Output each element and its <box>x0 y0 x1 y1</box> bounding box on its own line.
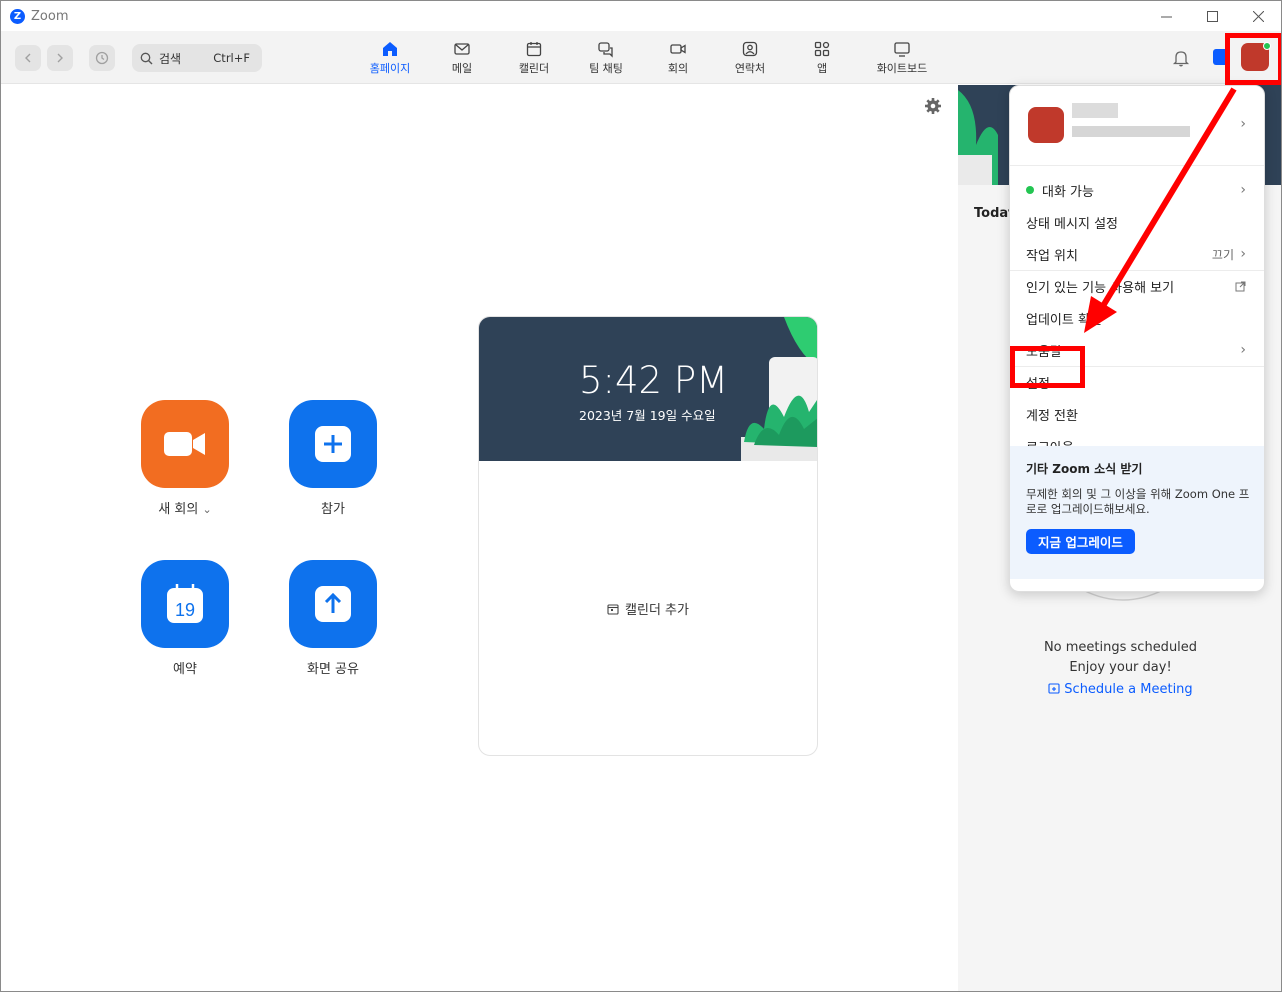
join-action[interactable]: 참가 <box>289 400 377 517</box>
tab-label: 캘린더 <box>518 61 550 75</box>
zoom-window: Z Zoom 검색 Ctrl+F 홈페이지 메일 캘린더 팀 채팅 회의 연락처… <box>0 0 1282 992</box>
search-shortcut: Ctrl+F <box>213 51 250 65</box>
chevron-right-icon: › <box>1240 342 1246 358</box>
notification-bell-icon[interactable] <box>1171 48 1191 68</box>
no-meetings-text: No meetings scheduled Enjoy your day! <box>1043 640 1198 675</box>
status-dot <box>1026 186 1034 194</box>
profile-menu: › 대화 가능 › 상태 메시지 설정 작업 위치 끄기 › 인기 있는 기능 … <box>1009 85 1265 592</box>
home-icon <box>383 41 397 56</box>
external-link-icon <box>1235 281 1246 292</box>
menu-item-switch-account[interactable]: 계정 전환 <box>1010 398 1264 430</box>
video-camera-icon <box>164 432 205 456</box>
mail-icon <box>454 42 470 55</box>
new-meeting-action[interactable]: 새 회의 ⌄ <box>141 400 229 517</box>
redacted-name <box>1072 103 1118 118</box>
nav-tabs: 홈페이지 메일 캘린더 팀 채팅 회의 연락처 앱 화이트보드 <box>354 31 946 84</box>
share-screen-button[interactable] <box>289 560 377 648</box>
plant-illustration-icon <box>958 90 998 185</box>
forward-arrow-icon[interactable] <box>47 45 73 71</box>
contacts-icon <box>742 41 758 56</box>
menu-item-check-updates[interactable]: 업데이트 확인 <box>1010 302 1264 334</box>
upgrade-now-button[interactable]: 지금 업그레이드 <box>1026 529 1135 554</box>
calendar-19-icon: 19 <box>167 584 203 623</box>
menu-item-status-message[interactable]: 상태 메시지 설정 <box>1010 206 1264 238</box>
close-icon[interactable] <box>1235 1 1281 31</box>
share-up-arrow-icon <box>315 586 351 622</box>
tab-home[interactable]: 홈페이지 <box>354 31 426 84</box>
main-toolbar: 검색 Ctrl+F 홈페이지 메일 캘린더 팀 채팅 회의 연락처 앱 화이트보… <box>1 31 1281 84</box>
gear-icon[interactable] <box>924 97 942 115</box>
tab-calendar[interactable]: 캘린더 <box>498 31 570 84</box>
tab-label: 앱 <box>816 61 828 75</box>
new-meeting-label: 새 회의 ⌄ <box>158 502 212 517</box>
tab-label: 팀 채팅 <box>589 61 623 75</box>
join-button[interactable] <box>289 400 377 488</box>
new-meeting-button[interactable] <box>141 400 229 488</box>
avatar <box>1028 107 1064 143</box>
search-input[interactable]: 검색 Ctrl+F <box>132 44 262 72</box>
upgrade-promo: 기타 Zoom 소식 받기 무제한 회의 및 그 이상을 위해 Zoom One… <box>1010 446 1264 579</box>
add-calendar-link[interactable]: 캘린더 추가 <box>479 599 817 618</box>
avatar-highlight-box <box>1225 33 1281 85</box>
clock-time: 5:42 PM <box>579 359 729 402</box>
calendar-icon <box>607 604 619 615</box>
add-calendar-label: 캘린더 추가 <box>625 603 689 618</box>
video-icon <box>670 43 686 54</box>
menu-item-try-features[interactable]: 인기 있는 기능 사용해 보기 <box>1010 270 1264 302</box>
whiteboard-icon <box>894 41 910 57</box>
tab-label: 연락처 <box>734 61 766 75</box>
calendar-day-text: 19 <box>175 600 195 620</box>
chevron-down-icon[interactable]: ⌄ <box>202 503 211 516</box>
schedule-action[interactable]: 19 예약 <box>141 560 229 677</box>
tab-apps[interactable]: 앱 <box>786 31 858 84</box>
join-label: 참가 <box>321 502 345 517</box>
work-location-value: 끄기 <box>1211 247 1234 262</box>
chevron-right-icon: › <box>1240 246 1246 262</box>
tab-label: 홈페이지 <box>369 61 411 75</box>
search-label: 검색 <box>159 51 182 66</box>
tab-whiteboard[interactable]: 화이트보드 <box>858 31 946 84</box>
window-controls <box>1143 1 1281 31</box>
schedule-button[interactable]: 19 <box>141 560 229 648</box>
upgrade-button-stub[interactable] <box>1213 49 1225 65</box>
share-screen-action[interactable]: 화면 공유 <box>289 560 377 677</box>
menu-item-work-location[interactable]: 작업 위치 끄기 › <box>1010 238 1264 270</box>
redacted-email <box>1072 126 1190 137</box>
zoom-logo-icon: Z <box>10 8 25 24</box>
tab-label: 메일 <box>451 61 473 75</box>
chat-icon <box>598 41 613 58</box>
clock-card: 5:42 PM 2023년 7월 19일 수요일 캘린더 추가 <box>478 316 818 756</box>
apps-icon <box>814 41 830 56</box>
menu-item-status[interactable]: 대화 가능 › <box>1010 174 1264 206</box>
plus-icon <box>315 426 351 462</box>
back-arrow-icon[interactable] <box>15 45 41 71</box>
tab-team-chat[interactable]: 팀 채팅 <box>570 31 642 84</box>
share-screen-label: 화면 공유 <box>307 662 359 677</box>
clock-date: 2023년 7월 19일 수요일 <box>579 408 716 423</box>
title-bar: Z Zoom <box>1 1 1281 31</box>
tab-label: 회의 <box>667 61 689 75</box>
settings-highlight-box <box>1010 346 1085 388</box>
chevron-right-icon: › <box>1240 116 1246 132</box>
search-icon <box>140 52 153 64</box>
schedule-label: 예약 <box>173 662 197 677</box>
calendar-icon <box>526 41 542 56</box>
chevron-right-icon: › <box>1240 182 1246 198</box>
clock-banner: 5:42 PM 2023년 7월 19일 수요일 <box>479 317 817 461</box>
home-main: 새 회의 ⌄ 참가 19 예약 화면 공유 5:42 PM 2023년 7월 1… <box>1 85 958 991</box>
tab-label: 화이트보드 <box>876 61 928 75</box>
calendar-plus-icon <box>1048 683 1060 694</box>
minimize-icon[interactable] <box>1143 1 1189 31</box>
maximize-icon[interactable] <box>1189 1 1235 31</box>
tab-contacts[interactable]: 연락처 <box>714 31 786 84</box>
history-icon[interactable] <box>89 45 115 71</box>
upgrade-title: 기타 Zoom 소식 받기 <box>1026 462 1143 476</box>
schedule-meeting-link[interactable]: Schedule a Meeting <box>958 682 1281 697</box>
tab-meetings[interactable]: 회의 <box>642 31 714 84</box>
tab-mail[interactable]: 메일 <box>426 31 498 84</box>
upgrade-body: 무제한 회의 및 그 이상을 위해 Zoom One 프로로 업그레이드해보세요… <box>1026 487 1250 516</box>
profile-header[interactable]: › <box>1010 86 1264 166</box>
window-title: Zoom <box>31 8 69 24</box>
